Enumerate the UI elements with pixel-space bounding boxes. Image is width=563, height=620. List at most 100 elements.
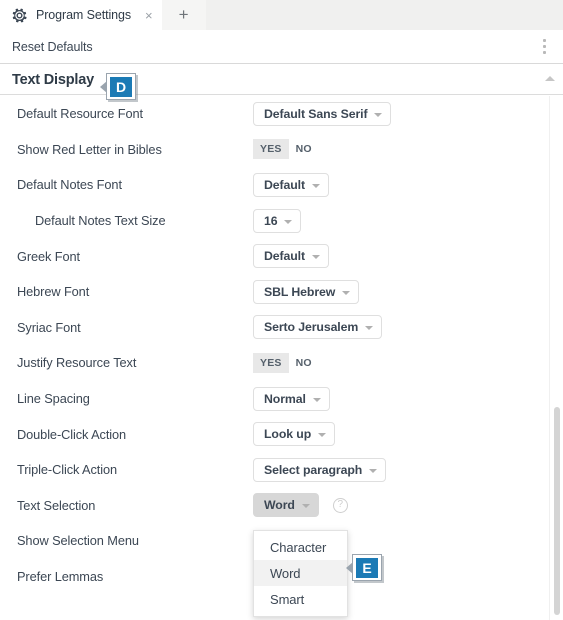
setting-label: Show Red Letter in Bibles: [17, 141, 162, 157]
setting-label: Greek Font: [17, 248, 81, 264]
setting-control: Select paragraph: [253, 457, 387, 482]
setting-row-default-notes-font: Default Notes Font Default: [0, 167, 549, 203]
callout-tail: [100, 80, 107, 93]
menu-item-character[interactable]: Character: [254, 534, 347, 560]
kebab-dot: [542, 45, 546, 48]
kebab-dot: [542, 51, 546, 54]
setting-row-default-notes-text-size: Default Notes Text Size 16: [0, 203, 549, 239]
vertical-scrollbar[interactable]: [549, 96, 563, 620]
chevron-down-icon: [342, 290, 351, 295]
more-options-icon[interactable]: [531, 34, 557, 60]
double-click-action-dropdown[interactable]: Look up: [253, 422, 336, 447]
setting-control: Word ?: [253, 493, 348, 518]
toggle-yes[interactable]: YES: [253, 139, 289, 160]
setting-control: SBL Hebrew: [253, 279, 360, 304]
hebrew-font-dropdown[interactable]: SBL Hebrew: [253, 279, 360, 304]
setting-label: Prefer Lemmas: [17, 569, 104, 585]
setting-label: Default Notes Text Size: [35, 213, 166, 229]
setting-control: Default: [253, 244, 329, 269]
tab-strip: Program Settings × +: [0, 0, 563, 30]
justify-resource-text-toggle[interactable]: YES NO: [253, 352, 319, 373]
menu-item-smart[interactable]: Smart: [254, 586, 347, 612]
text-selection-dropdown[interactable]: Word: [253, 493, 319, 518]
setting-row-syriac-font: Syriac Font Serto Jerusalem: [0, 310, 549, 346]
setting-control: Normal: [253, 386, 330, 411]
setting-row-line-spacing: Line Spacing Normal: [0, 381, 549, 417]
setting-control: Default: [253, 172, 329, 197]
section-header-text-display[interactable]: Text Display: [0, 65, 563, 95]
dropdown-value: Select paragraph: [264, 462, 363, 477]
callout-tail: [346, 561, 353, 574]
callout-badge-e: E: [346, 554, 382, 581]
callout-label: D: [110, 76, 132, 97]
default-notes-font-dropdown[interactable]: Default: [253, 172, 329, 197]
chevron-down-icon: [369, 468, 378, 473]
setting-control: 16: [253, 208, 302, 233]
toolbar: Reset Defaults: [0, 30, 563, 64]
new-tab-button[interactable]: +: [161, 0, 206, 30]
scrollbar-thumb[interactable]: [554, 407, 560, 615]
toggle-yes[interactable]: YES: [253, 352, 289, 373]
chevron-up-icon[interactable]: [545, 76, 555, 81]
callout-label: E: [356, 557, 378, 578]
setting-control: YES NO: [253, 139, 319, 160]
help-icon[interactable]: ?: [332, 497, 348, 513]
tab-title: Program Settings: [36, 8, 131, 22]
program-settings-window: Program Settings × + Reset Defaults Text…: [0, 0, 563, 620]
setting-label: Hebrew Font: [17, 284, 90, 300]
callout-badge-d: D: [100, 73, 136, 100]
reset-defaults-button[interactable]: Reset Defaults: [12, 40, 93, 54]
setting-label: Syriac Font: [17, 319, 81, 335]
chevron-down-icon: [374, 112, 383, 117]
text-selection-dropdown-menu: Character Word Smart: [253, 530, 348, 617]
setting-label: Double-Click Action: [17, 426, 127, 442]
dropdown-value: SBL Hebrew: [264, 284, 336, 299]
setting-control: Look up: [253, 422, 336, 447]
setting-row-default-resource-font: Default Resource Font Default Sans Serif: [0, 96, 549, 132]
setting-row-double-click-action: Double-Click Action Look up: [0, 416, 549, 452]
gear-icon: [11, 7, 28, 24]
greek-font-dropdown[interactable]: Default: [253, 244, 329, 269]
toggle-no[interactable]: NO: [289, 139, 319, 159]
triple-click-action-dropdown[interactable]: Select paragraph: [253, 457, 387, 482]
line-spacing-dropdown[interactable]: Normal: [253, 386, 330, 411]
dropdown-value: Word: [264, 498, 295, 513]
chevron-down-icon: [365, 326, 374, 331]
chevron-down-icon: [301, 504, 310, 509]
setting-label: Triple-Click Action: [17, 462, 118, 478]
chevron-down-icon: [311, 255, 320, 260]
default-notes-text-size-dropdown[interactable]: 16: [253, 208, 302, 233]
setting-label: Line Spacing: [17, 391, 90, 407]
menu-item-word[interactable]: Word: [254, 560, 347, 586]
setting-row-hebrew-font: Hebrew Font SBL Hebrew: [0, 274, 549, 310]
page-title: Text Display: [12, 71, 94, 88]
setting-row-justify-resource-text: Justify Resource Text YES NO: [0, 345, 549, 381]
show-red-letter-toggle[interactable]: YES NO: [253, 139, 319, 160]
setting-row-show-red-letter-in-bibles: Show Red Letter in Bibles YES NO: [0, 132, 549, 168]
chevron-down-icon: [284, 219, 293, 224]
default-resource-font-dropdown[interactable]: Default Sans Serif: [253, 101, 392, 126]
setting-label: Show Selection Menu: [17, 533, 139, 549]
setting-row-text-selection: Text Selection Word ?: [0, 488, 549, 524]
setting-label: Text Selection: [17, 497, 96, 513]
toggle-no[interactable]: NO: [289, 353, 319, 373]
tab-program-settings[interactable]: Program Settings ×: [0, 0, 162, 30]
chevron-down-icon: [312, 397, 321, 402]
setting-control: Default Sans Serif: [253, 101, 392, 126]
dropdown-value: Default: [264, 177, 305, 192]
dropdown-value: Default: [264, 249, 305, 264]
setting-label: Default Resource Font: [17, 106, 143, 122]
chevron-down-icon: [311, 183, 320, 188]
close-icon[interactable]: ×: [145, 9, 153, 22]
setting-label: Justify Resource Text: [17, 355, 137, 371]
syriac-font-dropdown[interactable]: Serto Jerusalem: [253, 315, 383, 340]
dropdown-value: Look up: [264, 427, 312, 442]
dropdown-value: 16: [264, 213, 278, 228]
kebab-dot: [542, 39, 546, 42]
setting-row-triple-click-action: Triple-Click Action Select paragraph: [0, 452, 549, 488]
chevron-down-icon: [318, 433, 327, 438]
setting-label: Default Notes Font: [17, 177, 122, 193]
setting-control: Serto Jerusalem: [253, 315, 383, 340]
setting-row-greek-font: Greek Font Default: [0, 238, 549, 274]
dropdown-value: Default Sans Serif: [264, 106, 368, 121]
